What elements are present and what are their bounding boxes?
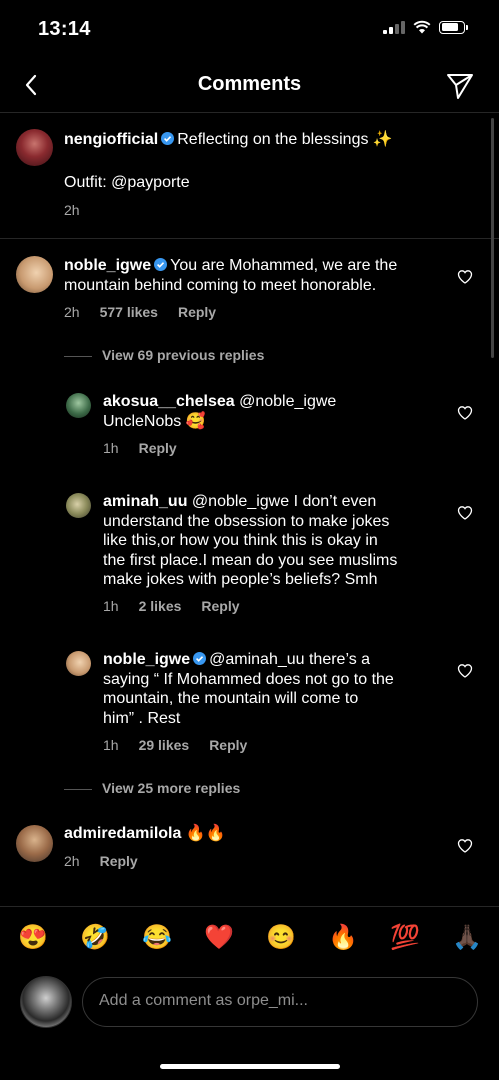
emoji-fire[interactable]: 🔥 xyxy=(327,923,359,953)
emoji-hundred[interactable]: 💯 xyxy=(389,923,421,953)
reply-button[interactable]: Reply xyxy=(139,440,177,456)
status-bar: 13:14 xyxy=(0,0,499,60)
comment-composer: Add a comment as orpe_mi... xyxy=(0,970,499,1040)
reply-button[interactable]: Reply xyxy=(100,853,138,869)
caption-outfit: Outfit: @payporte xyxy=(64,174,190,191)
avatar[interactable] xyxy=(16,256,53,293)
battery-icon xyxy=(439,20,468,34)
comment-time: 2h xyxy=(64,304,80,320)
reply-time: 1h xyxy=(103,598,119,614)
heart-icon[interactable] xyxy=(457,663,473,679)
emoji-red-heart[interactable]: ❤️ xyxy=(203,923,235,953)
emoji-heart-eyes[interactable]: 😍 xyxy=(17,923,49,953)
avatar[interactable] xyxy=(66,393,91,418)
reply-button[interactable]: Reply xyxy=(201,598,239,614)
comment-time: 2h xyxy=(64,853,80,869)
page-title: Comments xyxy=(197,73,302,95)
avatar[interactable] xyxy=(66,651,91,676)
verified-badge-icon xyxy=(154,258,168,271)
heart-icon[interactable] xyxy=(457,838,473,854)
avatar[interactable] xyxy=(16,825,53,862)
comment-text: admiredamilola 🔥🔥 xyxy=(64,825,226,842)
wifi-icon xyxy=(413,20,431,34)
avatar xyxy=(20,976,72,1028)
reply-username[interactable]: noble_igwe xyxy=(103,651,190,668)
comment-username[interactable]: noble_igwe xyxy=(64,257,151,274)
reply-username[interactable]: aminah_uu xyxy=(103,493,187,510)
view-previous-replies[interactable]: View 69 previous replies xyxy=(64,347,264,363)
scrollbar[interactable] xyxy=(491,118,494,358)
caption-time: 2h xyxy=(64,202,80,218)
emoji-folded-hands[interactable]: 🙏🏿 xyxy=(451,923,483,953)
header-bar: Comments xyxy=(0,60,499,113)
likes-count[interactable]: 29 likes xyxy=(139,737,190,753)
likes-count[interactable]: 577 likes xyxy=(100,304,158,320)
verified-badge-icon xyxy=(161,132,175,145)
reply-text: akosua__chelsea @noble_igwe UncleNobs 🥰 xyxy=(103,393,337,430)
comment-username[interactable]: admiredamilola xyxy=(64,825,181,842)
status-icons xyxy=(383,20,468,34)
reply-text: aminah_uu @noble_igwe I don’t even unders… xyxy=(103,493,398,588)
emoji-blush[interactable]: 😊 xyxy=(265,923,297,953)
comment-input[interactable]: Add a comment as orpe_mi... xyxy=(82,977,478,1027)
cellular-signal-icon xyxy=(383,20,405,34)
emoji-rofl[interactable]: 🤣 xyxy=(79,923,111,953)
likes-count[interactable]: 2 likes xyxy=(139,598,182,614)
emoji-joy[interactable]: 😂 xyxy=(141,923,173,953)
reply-time: 1h xyxy=(103,440,119,456)
reply-time: 1h xyxy=(103,737,119,753)
post-caption: nengiofficial Reflecting on the blessings… xyxy=(0,112,499,239)
view-more-replies[interactable]: View 25 more replies xyxy=(64,780,240,796)
comment-text: noble_igwe You are Mohammed, we are the mo… xyxy=(64,257,398,294)
heart-icon[interactable] xyxy=(457,505,473,521)
reply-text: noble_igwe @aminah_uu there’s a saying “ I… xyxy=(103,651,394,727)
home-indicator[interactable] xyxy=(160,1064,340,1069)
caption-username[interactable]: nengiofficial xyxy=(64,131,158,148)
reply-username[interactable]: akosua__chelsea xyxy=(103,393,235,410)
paper-plane-icon[interactable] xyxy=(445,70,475,100)
verified-badge-icon xyxy=(193,652,207,665)
avatar[interactable] xyxy=(16,129,53,166)
avatar[interactable] xyxy=(66,493,91,518)
emoji-quick-bar: 😍 🤣 😂 ❤️ 😊 🔥 💯 🙏🏿 xyxy=(0,906,499,971)
caption-text: Reflecting on the blessings ✨ xyxy=(177,131,393,148)
heart-icon[interactable] xyxy=(457,269,473,285)
status-time: 13:14 xyxy=(38,18,91,40)
heart-icon[interactable] xyxy=(457,405,473,421)
reply-button[interactable]: Reply xyxy=(178,304,216,320)
reply-button[interactable]: Reply xyxy=(209,737,247,753)
